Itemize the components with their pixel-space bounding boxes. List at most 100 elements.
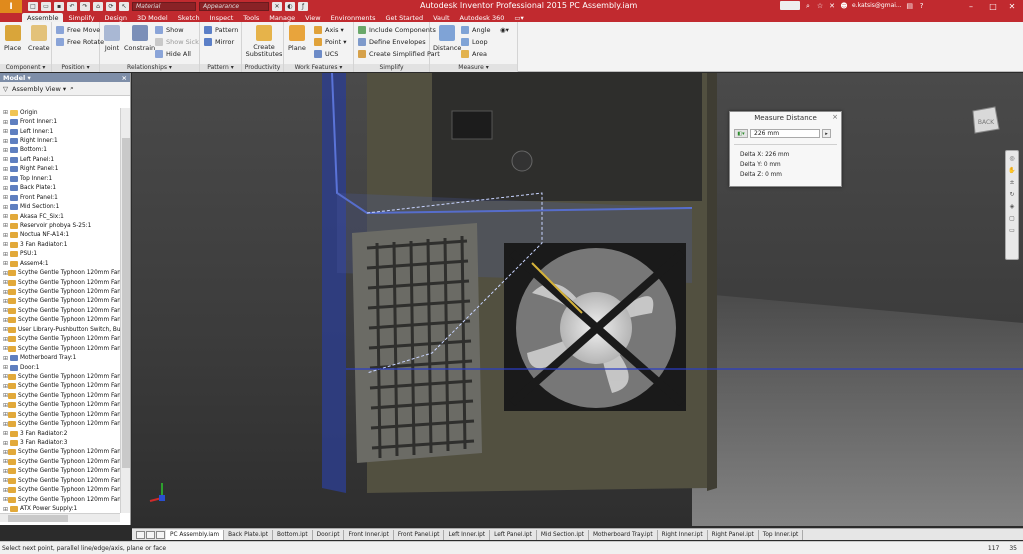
measure-value-field[interactable]: 226 mm [750,129,820,138]
material-combo[interactable]: Material [132,2,196,11]
expand-icon[interactable]: ⊞ [3,175,10,182]
tree-node[interactable]: ⊞ Right Panel:1 [0,165,120,174]
browser-close-icon[interactable]: × [122,74,127,82]
tree-node[interactable]: ⊞ Door:1 [0,363,120,372]
expand-icon[interactable]: ⊞ [3,355,10,362]
tab-get-started[interactable]: Get Started [380,13,428,22]
tree-node[interactable]: ⊞ Motherboard Tray:1 [0,353,120,362]
tree-node[interactable]: ⊞ PSU:1 [0,250,120,259]
tree-node[interactable]: ⊞ Scythe Gentle Typhoon 120mm Fan:1 [0,419,120,428]
define-envelopes-button[interactable]: Define Envelopes [358,38,426,46]
tree-node[interactable]: ⊞ Assem4:1 [0,259,120,268]
clear-icon[interactable]: ✕ [272,2,282,11]
tree-node[interactable]: ⊞ Scythe Gentle Typhoon 120mm Fan:3 [0,287,120,296]
mirror-button[interactable]: Mirror [204,38,234,46]
expand-icon[interactable]: ⊞ [3,364,10,371]
expand-icon[interactable]: ⊞ [3,119,10,126]
tree-node[interactable]: ⊞ Scythe Gentle Typhoon 120mm Fan:1 [0,410,120,419]
expand-icon[interactable]: ⊞ [3,156,10,163]
tree-node[interactable]: ⊞ Scythe Gentle Typhoon 120mm Fan:1 [0,448,120,457]
help-icon[interactable]: ? [918,2,926,10]
tab-assemble[interactable]: Assemble [22,13,64,22]
tab-inspect[interactable]: Inspect [205,13,239,22]
pattern-button[interactable]: Pattern [204,26,238,34]
tree-node[interactable]: ⊞ Scythe Gentle Typhoon 120mm Fan:1 [0,268,120,277]
document-tab[interactable]: Door.ipt [313,529,345,540]
pan-icon[interactable]: ✋ [1007,167,1017,175]
tree-node[interactable]: ⊞ Front Inner:1 [0,117,120,126]
create-simplified-part-button[interactable]: Create Simplified Part [358,50,440,58]
tree-node[interactable]: ⊞ Left Inner:1 [0,127,120,136]
help-search-input[interactable] [780,1,800,10]
place-button[interactable]: Place [4,25,21,52]
document-tab[interactable]: Right Panel.ipt [708,529,759,540]
expand-icon[interactable]: ⊞ [3,232,10,239]
tree-node[interactable]: ⊞ Reservoir phobya S-25:1 [0,221,120,230]
loop-button[interactable]: Loop [461,38,488,46]
measure-arrow-icon[interactable]: ▸ [822,129,831,138]
expand-icon[interactable]: ⊞ [3,204,10,211]
assembly-scene[interactable] [132,73,1023,526]
minimize-button[interactable]: – [960,0,982,13]
ribbon-options-icon[interactable]: ▭▾ [509,13,528,22]
measure-options-icon[interactable]: ◉▾ [500,26,509,34]
steering-wheel-icon[interactable]: ◎ [1007,155,1017,163]
document-tab[interactable]: Right Inner.ipt [658,529,708,540]
panel-title-measure[interactable]: Measure ▾ [430,64,517,72]
tree-node[interactable]: ⊞ Right Inner:1 [0,136,120,145]
nav-options-icon[interactable]: ▭ [1007,227,1017,235]
tree-node[interactable]: ⊞ User Library-Pushbutton Switch, Bulg [0,325,120,334]
update-icon[interactable]: ⟳ [106,2,116,11]
orbit-icon[interactable]: ↻ [1007,191,1017,199]
create-button[interactable]: Create [28,25,50,52]
tab-3d-model[interactable]: 3D Model [132,13,173,22]
expand-icon[interactable]: ⊞ [3,251,10,258]
expand-icon[interactable]: ⊞ [3,147,10,154]
close-button[interactable]: ✕ [1001,0,1023,13]
tree-node[interactable]: ⊞ Scythe Gentle Typhoon 120mm Fan:6 [0,316,120,325]
point-button[interactable]: Point ▾ [314,38,346,46]
include-components-button[interactable]: Include Components [358,26,436,34]
look-at-icon[interactable]: ◈ [1007,203,1017,211]
new-icon[interactable]: □ [28,2,38,11]
select-icon[interactable]: ↖ [119,2,129,11]
expand-icon[interactable]: ⊞ [3,260,10,267]
tab-manage[interactable]: Manage [264,13,300,22]
document-tab[interactable]: Top Inner.ipt [759,529,804,540]
adjust-icon[interactable]: ◐ [285,2,295,11]
expand-icon[interactable]: ⊞ [3,213,10,220]
assembly-view-dropdown[interactable]: Assembly View ▾ [12,85,66,93]
expand-icon[interactable]: ⊞ [3,138,10,145]
find-icon[interactable]: ⌕ [70,84,74,93]
tree-node[interactable]: ⊞ Scythe Gentle Typhoon 120mm Fan:1 [0,486,120,495]
expand-icon[interactable]: ⊞ [3,440,10,447]
zoom-icon[interactable]: ± [1007,179,1017,187]
joint-button[interactable]: Joint [104,25,120,52]
star-icon[interactable]: ☆ [816,2,824,10]
expand-icon[interactable]: ⊞ [3,241,10,248]
hide-all-button[interactable]: Hide All [155,50,191,58]
document-tab[interactable]: Mid Section.ipt [537,529,589,540]
tab-autodesk-360[interactable]: Autodesk 360 [455,13,510,22]
tree-node[interactable]: ⊞ Scythe Gentle Typhoon 120mm Fan:1 [0,401,120,410]
tree-node[interactable]: ⊞ Scythe Gentle Typhoon 120mm Fan:1 [0,457,120,466]
angle-button[interactable]: Angle [461,26,491,34]
expand-icon[interactable]: ⊞ [3,128,10,135]
tree-node[interactable]: ⊞ ATX Power Supply:1 [0,504,120,513]
tree-node[interactable]: ⊞ Akasa FC_Six:1 [0,212,120,221]
measure-close-icon[interactable]: × [832,113,838,121]
exchange-icon[interactable]: ✕ [828,2,836,10]
tree-node[interactable]: ⊞ 3 Fan Radiator:1 [0,240,120,249]
browser-title[interactable]: Model ▾ [3,74,31,82]
ucs-button[interactable]: UCS [314,50,338,58]
undo-icon[interactable]: ↶ [67,2,77,11]
cascade-view-icon[interactable] [146,530,155,539]
open-icon[interactable]: ▭ [41,2,51,11]
home-icon[interactable]: ⌂ [93,2,103,11]
tile-view-icon[interactable] [136,530,145,539]
panel-title-component[interactable]: Component ▾ [0,64,51,72]
browser-vertical-scrollbar[interactable] [120,108,130,513]
tree-node[interactable]: ⊞ 3 Fan Radiator:2 [0,429,120,438]
show-button[interactable]: Show [155,26,184,34]
tree-node[interactable]: ⊞ Scythe Gentle Typhoon 120mm Fan:1 [0,391,120,400]
